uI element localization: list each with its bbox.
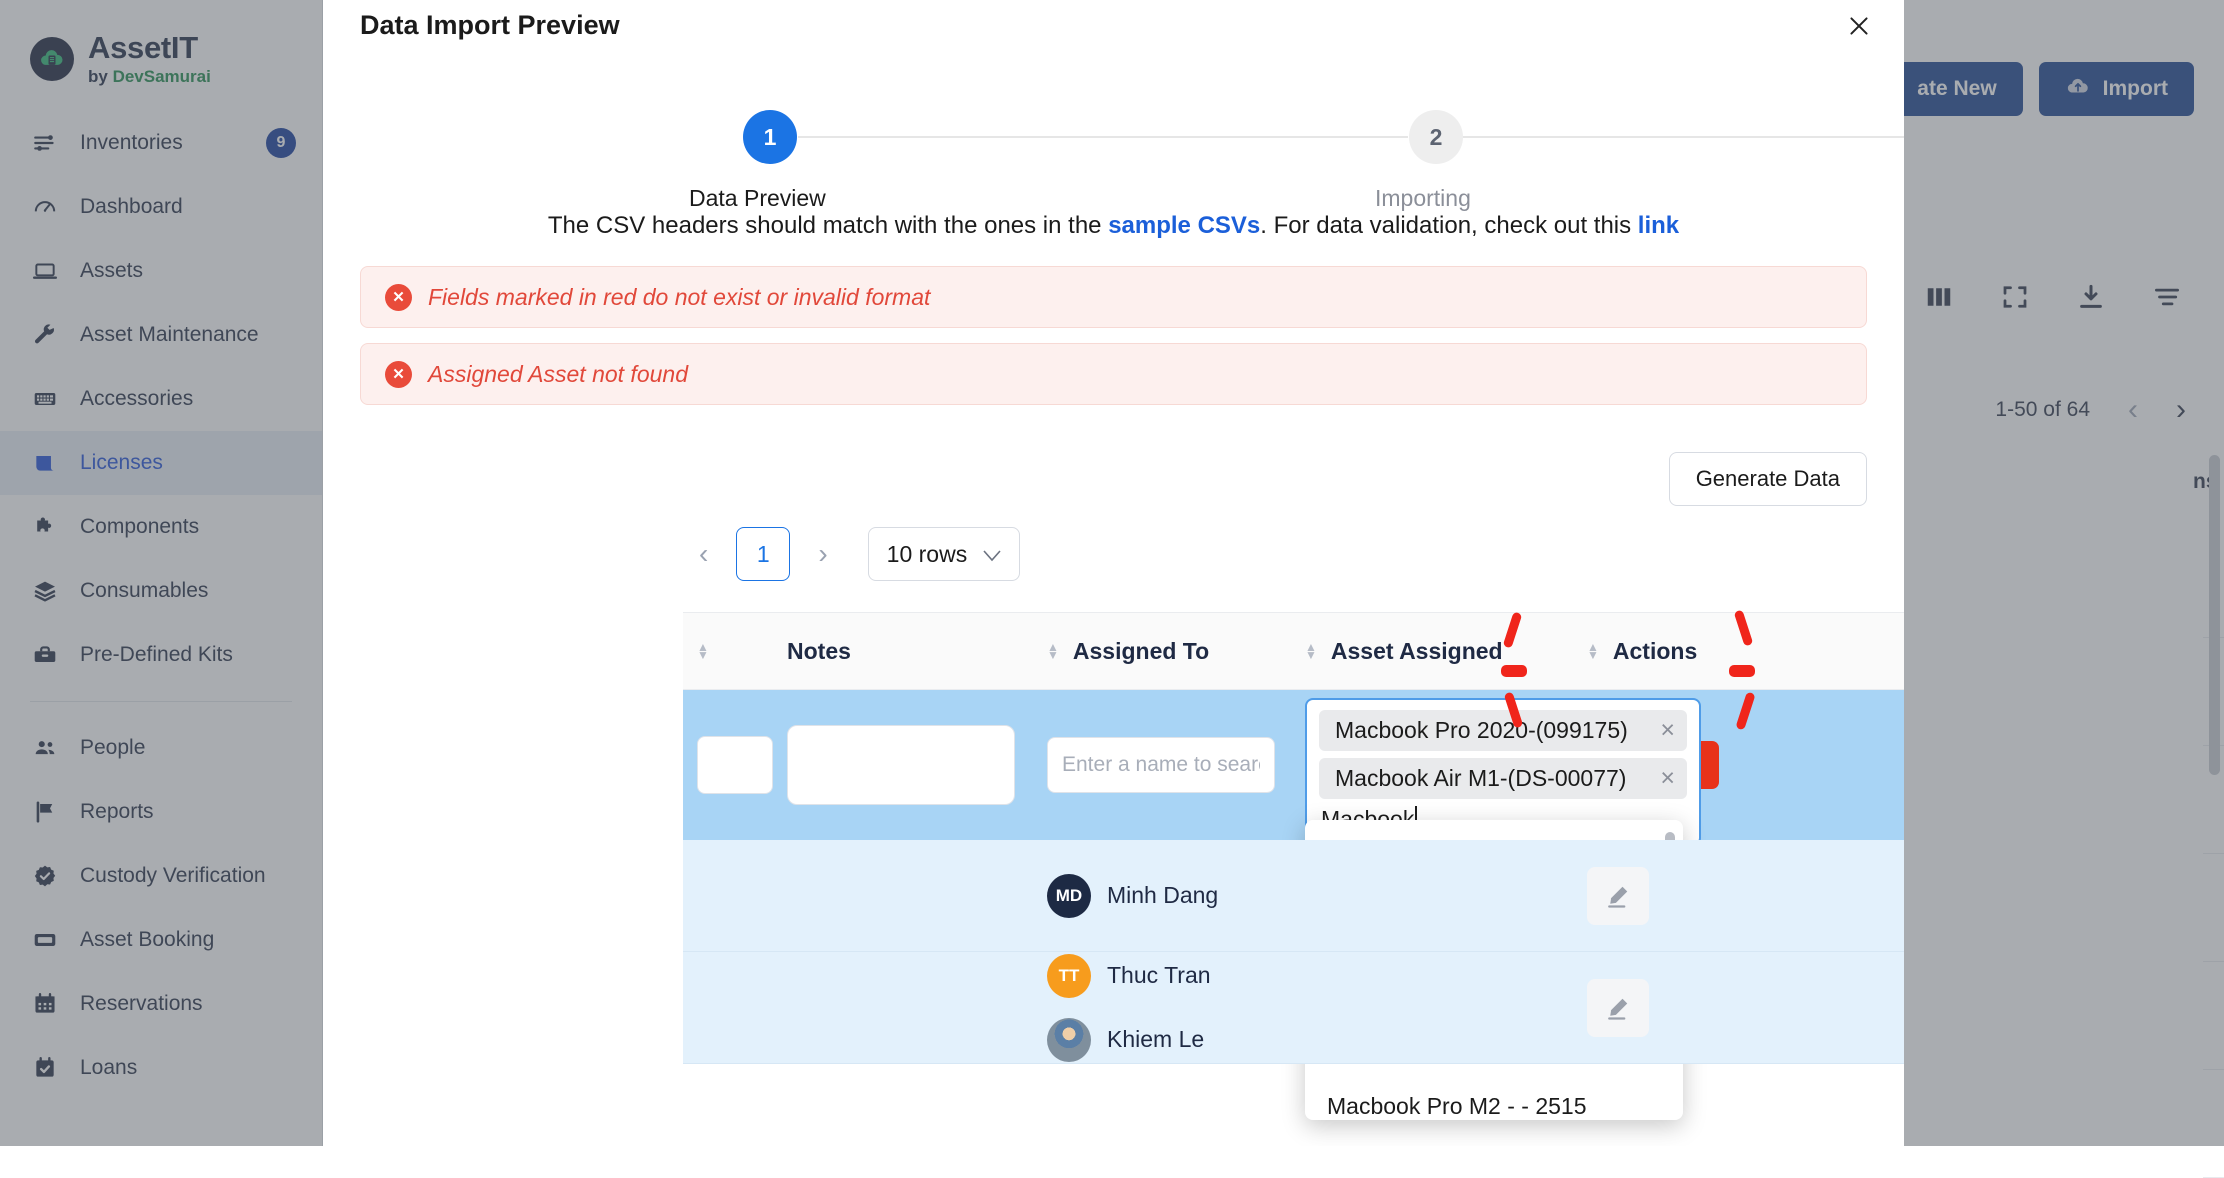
avatar: MD bbox=[1047, 874, 1091, 918]
asset-chip-label: Macbook Air M1-(DS-00077) bbox=[1335, 765, 1626, 792]
avatar: TT bbox=[1047, 954, 1091, 998]
asset-assigned-multiselect: Macbook Pro 2020-(099175) × Macbook Air … bbox=[1305, 698, 1701, 846]
row-cell-assigned-to: TT Thuc Tran Khiem Le bbox=[1033, 954, 1291, 1062]
modal-title: Data Import Preview bbox=[360, 10, 620, 41]
stepper-line-1 bbox=[798, 136, 1408, 138]
asset-chip[interactable]: Macbook Air M1-(DS-00077) × bbox=[1319, 758, 1687, 799]
person-list: TT Thuc Tran Khiem Le bbox=[1047, 954, 1211, 1062]
table-row[interactable]: TT Thuc Tran Khiem Le bbox=[683, 952, 1904, 1064]
table-header-notes-label: Notes bbox=[787, 638, 851, 665]
person: Khiem Le bbox=[1047, 1018, 1211, 1062]
row-small-input[interactable] bbox=[697, 736, 773, 794]
close-icon[interactable]: × bbox=[1660, 764, 1675, 793]
asset-option[interactable]: Macbook Pro M2 - - 2515 bbox=[1305, 1081, 1683, 1120]
table-row[interactable]: MD Minh Dang bbox=[683, 840, 1904, 952]
close-icon[interactable] bbox=[1840, 7, 1878, 45]
error-x-icon: ✕ bbox=[385, 361, 412, 388]
preview-data-table: ▲▼ Notes ▲▼ Assigned To ▲▼ Asset Assigne… bbox=[683, 612, 1904, 1146]
stepper-label-1: Data Preview bbox=[689, 185, 826, 212]
table-body-rows: MD Minh Dang TT Thuc Tran Khiem Le bbox=[683, 840, 1904, 1064]
asset-chip-label: Macbook Pro 2020-(099175) bbox=[1335, 717, 1628, 744]
stepper-line-2 bbox=[1463, 136, 1904, 138]
sort-icon[interactable]: ▲▼ bbox=[1047, 643, 1059, 659]
pencil-icon[interactable] bbox=[1587, 867, 1649, 925]
editing-cell-assigned-to bbox=[1033, 737, 1291, 793]
table-header-cell-asset-assigned[interactable]: ▲▼ Asset Assigned bbox=[1291, 638, 1573, 665]
data-import-preview-modal: Data Import Preview 1 2 3 Data Preview I… bbox=[323, 0, 1904, 1146]
person: MD Minh Dang bbox=[1047, 874, 1218, 918]
table-prev-page-icon[interactable]: ‹ bbox=[693, 538, 714, 570]
person-name: Minh Dang bbox=[1107, 882, 1218, 909]
rows-per-page-label: 10 rows bbox=[887, 541, 968, 568]
sort-icon[interactable]: ▲▼ bbox=[1587, 643, 1599, 659]
row-cell-actions bbox=[1573, 979, 1793, 1037]
pencil-icon[interactable] bbox=[1587, 979, 1649, 1037]
person-name: Thuc Tran bbox=[1107, 962, 1211, 989]
chevron-down-icon bbox=[983, 541, 1001, 568]
alert-asset-not-found-text: Assigned Asset not found bbox=[428, 361, 688, 388]
stepper-step-2[interactable]: 2 bbox=[1409, 110, 1463, 164]
row-cell-actions bbox=[1573, 867, 1793, 925]
table-pagination: ‹ 1 › 10 rows bbox=[693, 527, 1020, 581]
assigned-to-search-input[interactable] bbox=[1047, 737, 1275, 793]
editing-cell-notes bbox=[773, 725, 1033, 805]
sort-icon[interactable]: ▲▼ bbox=[697, 643, 709, 659]
table-page-1[interactable]: 1 bbox=[736, 527, 790, 581]
sample-csvs-link[interactable]: sample CSVs bbox=[1108, 212, 1260, 239]
notes-textarea[interactable] bbox=[787, 725, 1015, 805]
avatar bbox=[1047, 1018, 1091, 1062]
row-cell-assigned-to: MD Minh Dang bbox=[1033, 874, 1291, 918]
hint-before: The CSV headers should match with the on… bbox=[548, 212, 1108, 239]
table-header-cell-notes[interactable]: Notes bbox=[773, 638, 1033, 665]
alert-asset-not-found: ✕ Assigned Asset not found bbox=[360, 343, 1867, 405]
validation-link[interactable]: link bbox=[1638, 212, 1679, 239]
alert-invalid-fields: ✕ Fields marked in red do not exist or i… bbox=[360, 266, 1867, 328]
sort-icon[interactable]: ▲▼ bbox=[1305, 643, 1317, 659]
close-icon[interactable]: × bbox=[1660, 716, 1675, 745]
table-header-cell-actions: ▲▼ Actions bbox=[1573, 638, 1793, 665]
rows-per-page-select[interactable]: 10 rows bbox=[868, 527, 1021, 581]
table-header-row: ▲▼ Notes ▲▼ Assigned To ▲▼ Asset Assigne… bbox=[683, 612, 1904, 690]
person-name: Khiem Le bbox=[1107, 1026, 1204, 1053]
alert-invalid-fields-text: Fields marked in red do not exist or inv… bbox=[428, 284, 930, 311]
editing-cell-asset-assigned: Macbook Pro 2020-(099175) × Macbook Air … bbox=[1291, 684, 1573, 846]
generate-data-button[interactable]: Generate Data bbox=[1669, 452, 1867, 506]
stepper-label-2: Importing bbox=[1375, 185, 1471, 212]
error-x-icon: ✕ bbox=[385, 284, 412, 311]
table-header-cell-assigned-to[interactable]: ▲▼ Assigned To bbox=[1033, 638, 1291, 665]
application-root: AssetIT by DevSamurai Inventories9Dashbo… bbox=[0, 0, 2224, 1146]
table-header-cell-blank: ▲▼ bbox=[683, 643, 773, 659]
hint-middle: . For data validation, check out this bbox=[1260, 212, 1638, 239]
import-stepper: 1 2 3 Data Preview Importing Results bbox=[323, 55, 1904, 175]
csv-hint-text: The CSV headers should match with the on… bbox=[323, 212, 1904, 240]
stepper-step-1[interactable]: 1 bbox=[743, 110, 797, 164]
person: TT Thuc Tran bbox=[1047, 954, 1211, 998]
table-row-editing: Macbook Pro 2020-(099175) × Macbook Air … bbox=[683, 690, 1904, 840]
table-header-assigned-to-label: Assigned To bbox=[1073, 638, 1209, 665]
person-list: MD Minh Dang bbox=[1047, 874, 1218, 918]
asset-chip[interactable]: Macbook Pro 2020-(099175) × bbox=[1319, 710, 1687, 751]
editing-cell-blank bbox=[683, 736, 773, 794]
table-header-actions-label: Actions bbox=[1613, 638, 1697, 665]
table-next-page-icon[interactable]: › bbox=[812, 538, 833, 570]
table-header-asset-assigned-label: Asset Assigned bbox=[1331, 638, 1503, 665]
